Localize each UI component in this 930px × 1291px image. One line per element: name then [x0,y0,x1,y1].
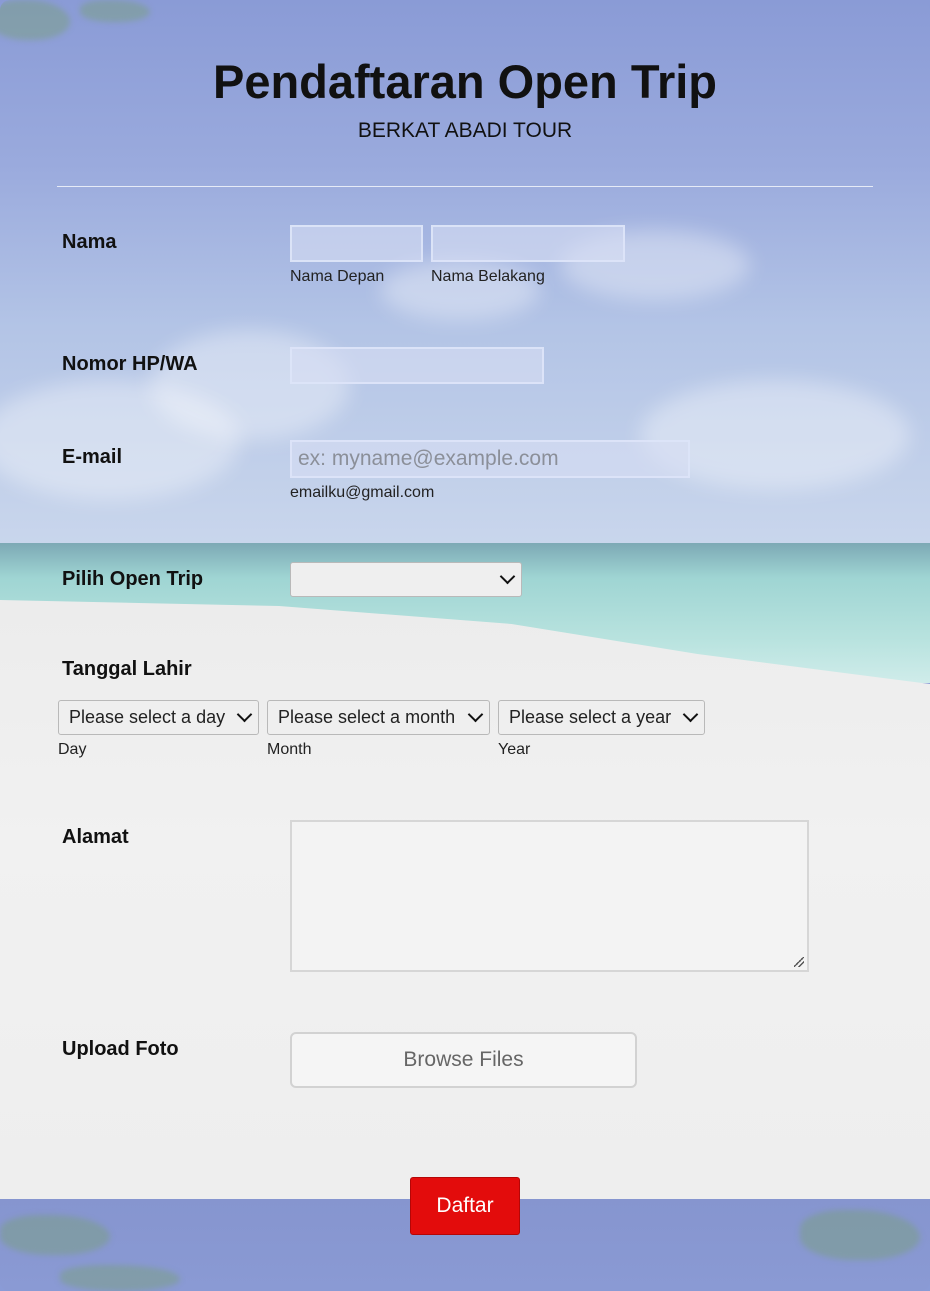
registration-form: Pendaftaran Open Trip BERKAT ABADI TOUR … [0,0,930,1291]
birth-month-select[interactable]: Please select a month [267,700,490,735]
page-subtitle: BERKAT ABADI TOUR [357,119,573,142]
year-sublabel: Year [498,741,531,758]
trip-select[interactable] [290,562,522,597]
browse-files-button[interactable]: Browse Files [290,1032,637,1088]
phone-input[interactable] [290,347,544,384]
birth-year-select[interactable]: Please select a year [498,700,705,735]
email-sublabel: emailku@gmail.com [290,484,435,501]
chevron-down-icon [499,568,516,585]
page-title: Pendaftaran Open Trip [212,55,718,108]
address-textarea[interactable] [290,820,809,972]
birth-day-value: Please select a day [69,707,226,727]
header-divider [57,186,873,187]
last-name-sublabel: Nama Belakang [431,268,545,285]
chevron-down-icon [236,706,253,723]
birthdate-label: Tanggal Lahir [62,658,192,680]
first-name-input[interactable] [290,225,423,262]
address-label: Alamat [62,826,129,848]
last-name-input[interactable] [431,225,625,262]
resize-grip-icon[interactable] [794,957,804,967]
submit-button[interactable]: Daftar [410,1177,520,1235]
nama-label: Nama [62,231,117,253]
phone-label: Nomor HP/WA [62,353,198,375]
chevron-down-icon [467,706,484,723]
month-sublabel: Month [267,741,312,758]
photo-label: Upload Foto [62,1038,179,1060]
first-name-sublabel: Nama Depan [290,268,385,285]
email-label: E-mail [62,446,123,468]
birth-day-select[interactable]: Please select a day [58,700,259,735]
birth-year-value: Please select a year [509,707,672,727]
birth-month-value: Please select a month [278,707,456,727]
chevron-down-icon [682,706,699,723]
day-sublabel: Day [58,741,87,758]
email-input[interactable] [290,440,690,478]
trip-label: Pilih Open Trip [62,568,204,590]
